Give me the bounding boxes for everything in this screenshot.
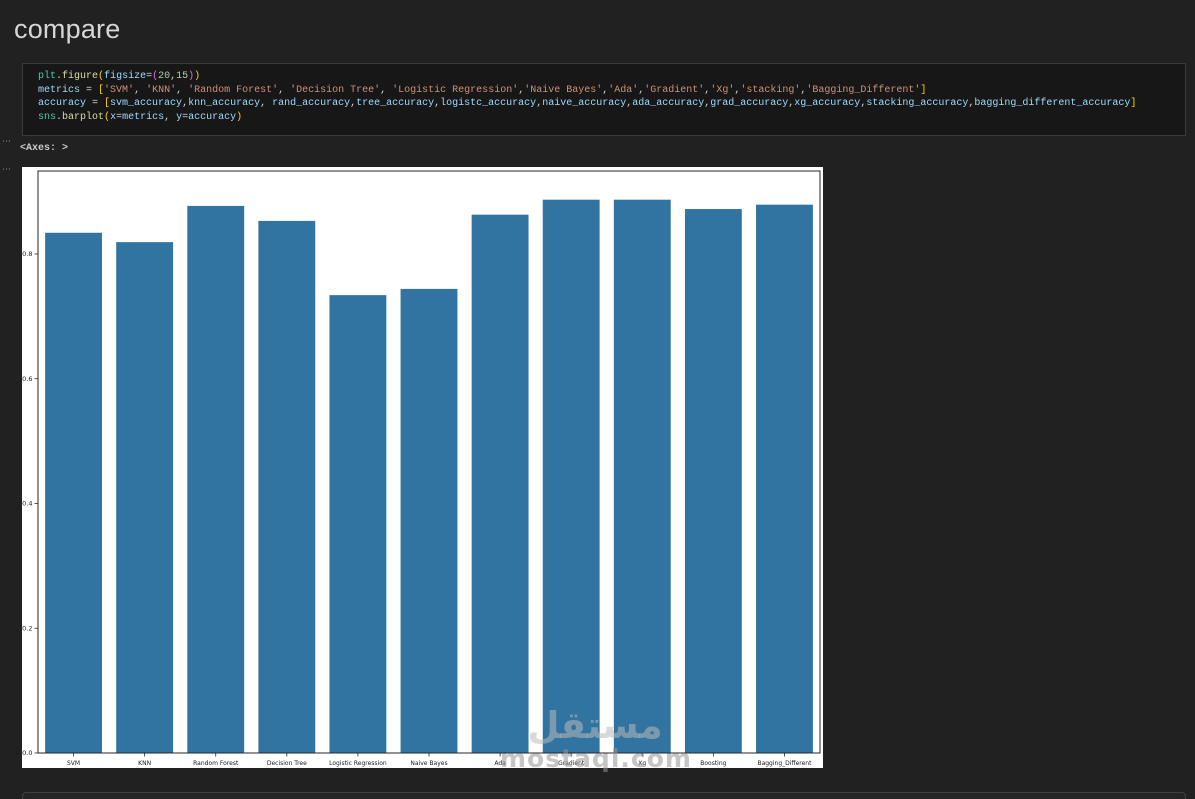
code-line[interactable]: sns.barplot(x=metrics, y=accuracy) — [38, 111, 1181, 125]
code-line[interactable]: accuracy = [svm_accuracy,knn_accuracy, r… — [38, 97, 1181, 111]
code-cell[interactable]: plt.figure(figsize=(20,15)) metrics = ['S… — [22, 63, 1186, 136]
output-collapse-button[interactable]: ⋯ — [2, 138, 16, 149]
code-line[interactable]: plt.figure(figsize=(20,15)) — [38, 70, 1181, 84]
x-tick-label: SVM — [67, 760, 80, 767]
bar-Naive Bayes — [400, 288, 458, 753]
x-tick-label: Bagging_Different — [757, 760, 812, 767]
x-tick-label: Xg — [638, 760, 646, 767]
image-output-collapse-button[interactable]: ⋯ — [2, 166, 16, 177]
bar-Decision Tree — [258, 220, 316, 753]
chart-output-image: 0.0 0.2 0.4 0.6 0.8 SVM KNN Random Forest Decisi… — [22, 167, 823, 768]
notebook-window: compare plt.figure(figsize=(20,15)) metri… — [0, 0, 1195, 799]
bar-Boosting — [684, 209, 742, 754]
x-tick-label: Naive Bayes — [410, 760, 447, 767]
code-editor[interactable]: plt.figure(figsize=(20,15)) metrics = ['S… — [38, 70, 1181, 133]
x-tick-label: Ada — [494, 760, 506, 767]
bar-Bagging_Different — [756, 204, 813, 753]
y-tick-label: 0.2 — [22, 624, 32, 632]
bar-Ada — [471, 214, 529, 754]
x-tick-label: Boosting — [700, 760, 726, 767]
x-tick-label: Gradient — [558, 760, 585, 767]
y-tick-label: 0.0 — [22, 749, 32, 757]
y-tick-label: 0.6 — [22, 375, 32, 383]
x-tick-label: Logistic Regression — [329, 760, 387, 767]
y-tick-label: 0.8 — [22, 250, 32, 258]
next-cell-partial[interactable] — [22, 792, 1186, 799]
bar-Gradient — [542, 199, 600, 753]
y-tick-label: 0.4 — [22, 500, 32, 508]
bar-Xg — [613, 199, 671, 753]
x-tick-label: Decision Tree — [267, 760, 307, 767]
bar-Logistic Regression — [329, 295, 387, 753]
page-title: compare — [14, 14, 121, 44]
x-tick-label: KNN — [138, 760, 151, 767]
axes-repr-output: <Axes: > — [20, 143, 69, 154]
code-line[interactable]: metrics = ['SVM', 'KNN', 'Random Forest'… — [38, 84, 1181, 98]
bar-Random Forest — [187, 205, 245, 753]
bar-SVM — [45, 232, 102, 753]
bar-KNN — [116, 242, 174, 754]
bar-chart: 0.0 0.2 0.4 0.6 0.8 SVM KNN Random Forest Decisi… — [22, 167, 823, 768]
x-tick-label: Random Forest — [193, 760, 239, 767]
